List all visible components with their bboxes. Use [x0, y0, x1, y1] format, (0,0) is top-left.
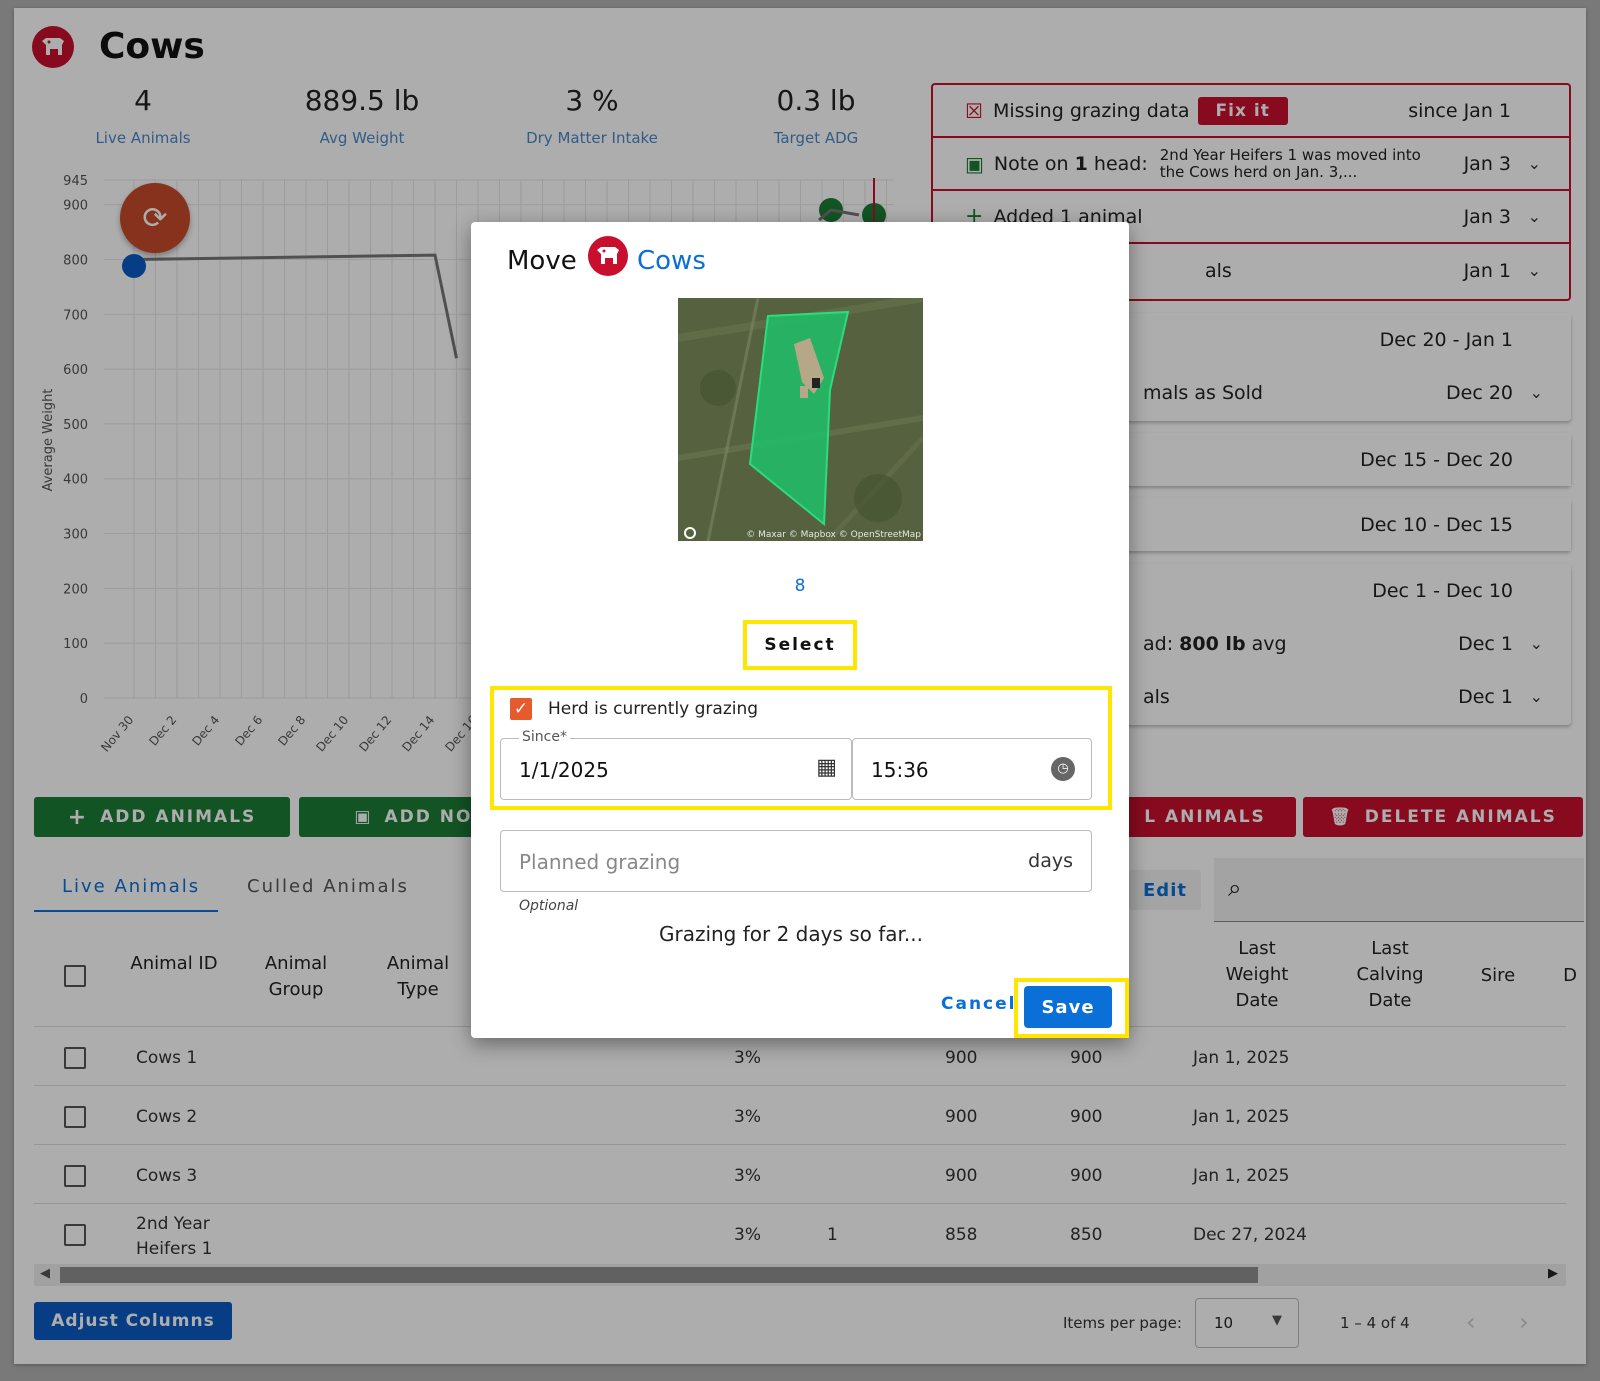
- since-date-value: 1/1/2025: [519, 758, 609, 782]
- map-attribution: © Maxar © Mapbox © OpenStreetMap: [746, 530, 921, 540]
- planned-grazing-unit: days: [1028, 850, 1073, 872]
- since-label: Since*: [519, 729, 570, 745]
- pasture-number[interactable]: 8: [471, 576, 1129, 596]
- move-herd-dialog: Move Cows © Maxar © Mapbox © OpenStreetM…: [471, 222, 1129, 1038]
- select-pasture-button[interactable]: Select: [749, 626, 851, 664]
- pasture-map-image: [678, 298, 923, 541]
- grazing-status-text: Grazing for 2 days so far...: [658, 922, 924, 946]
- planned-grazing-field[interactable]: Planned grazing days: [500, 830, 1092, 892]
- save-button[interactable]: Save: [1024, 986, 1112, 1028]
- currently-grazing-checkbox[interactable]: ✓: [510, 698, 532, 720]
- pasture-map[interactable]: © Maxar © Mapbox © OpenStreetMap: [678, 298, 923, 541]
- map-info-icon[interactable]: [684, 527, 696, 539]
- optional-hint: Optional: [519, 898, 579, 914]
- dialog-title: Move: [507, 246, 577, 276]
- since-time-value: 15:36: [871, 758, 929, 782]
- dialog-herd-name[interactable]: Cows: [637, 246, 706, 276]
- clock-icon[interactable]: ◷: [1051, 757, 1075, 781]
- since-time-field[interactable]: 15:36 ◷: [852, 738, 1092, 800]
- since-date-field[interactable]: Since* 1/1/2025 ▦: [500, 729, 852, 800]
- cow-logo-icon: [588, 236, 628, 276]
- currently-grazing-label: Herd is currently grazing: [548, 699, 759, 719]
- planned-grazing-placeholder: Planned grazing: [519, 850, 681, 874]
- cancel-button[interactable]: Cancel: [941, 994, 1016, 1014]
- calendar-icon[interactable]: ▦: [816, 755, 837, 780]
